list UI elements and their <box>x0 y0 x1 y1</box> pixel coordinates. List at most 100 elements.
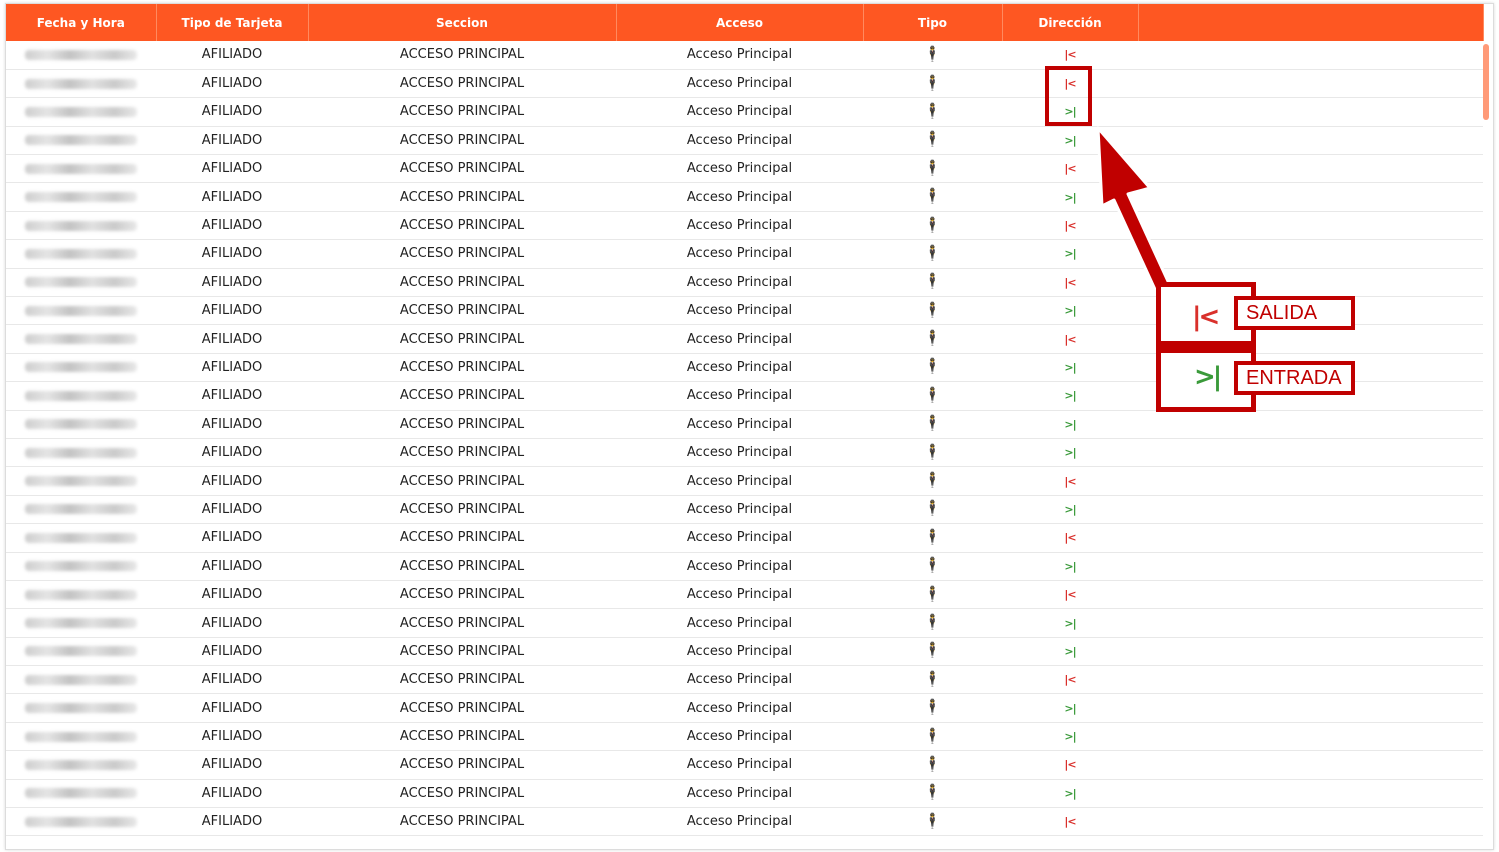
table-row[interactable]: AFILIADO ACCESO PRINCIPAL Acceso Principal… <box>6 807 1483 837</box>
redacted-datetime <box>25 788 137 799</box>
redacted-datetime <box>25 731 137 742</box>
table-row[interactable]: AFILIADO ACCESO PRINCIPAL Acceso Principal… <box>6 182 1483 212</box>
entry-direction-icon: >| <box>1064 786 1076 800</box>
table-row[interactable]: AFILIADO ACCESO PRINCIPAL Acceso Principal… <box>6 466 1483 496</box>
cell-fecha-hora <box>6 126 156 156</box>
table-row[interactable]: AFILIADO ACCESO PRINCIPAL Acceso Principal… <box>6 779 1483 809</box>
table-row[interactable]: AFILIADO ACCESO PRINCIPAL Acceso Principal… <box>6 154 1483 184</box>
person-standing-icon: 🕴 <box>923 442 942 461</box>
cell-acceso: Acceso Principal <box>616 211 863 241</box>
cell-fecha-hora <box>6 324 156 354</box>
person-standing-icon: 🕴 <box>923 44 942 63</box>
cell-empty <box>1138 807 1483 837</box>
table-row[interactable]: AFILIADO ACCESO PRINCIPAL Acceso Principal… <box>6 211 1483 241</box>
legend-label-salida: SALIDA <box>1234 296 1355 330</box>
cell-tipo: 🕴 <box>863 637 1002 667</box>
table-row[interactable]: AFILIADO ACCESO PRINCIPAL Acceso Principal… <box>6 239 1483 269</box>
person-standing-icon: 🕴 <box>923 329 942 348</box>
cell-tipo-tarjeta: AFILIADO <box>156 637 308 667</box>
cell-acceso: Acceso Principal <box>616 552 863 581</box>
entry-direction-icon: >| <box>1064 701 1076 715</box>
cell-seccion: ACCESO PRINCIPAL <box>308 41 616 70</box>
table-row[interactable]: AFILIADO ACCESO PRINCIPAL Acceso Principal… <box>6 637 1483 667</box>
scrollbar-thumb[interactable] <box>1483 44 1489 120</box>
column-header-acceso[interactable]: Acceso <box>616 4 864 41</box>
cell-tipo: 🕴 <box>863 466 1002 496</box>
cell-fecha-hora <box>6 438 156 468</box>
cell-direccion: |< <box>1002 211 1138 241</box>
cell-empty <box>1138 69 1483 99</box>
person-standing-icon: 🕴 <box>923 385 942 404</box>
table-row[interactable]: AFILIADO ACCESO PRINCIPAL Acceso Principal… <box>6 523 1483 553</box>
redacted-datetime <box>25 135 137 146</box>
cell-fecha-hora <box>6 750 156 780</box>
table-row[interactable]: AFILIADO ACCESO PRINCIPAL Acceso Principal… <box>6 126 1483 156</box>
cell-direccion: |< <box>1002 523 1138 553</box>
table-body: AFILIADO ACCESO PRINCIPAL Acceso Principal… <box>6 41 1483 837</box>
cell-seccion: ACCESO PRINCIPAL <box>308 722 616 752</box>
person-standing-icon: 🕴 <box>923 613 942 631</box>
table-row[interactable]: AFILIADO ACCESO PRINCIPAL Acceso Principal… <box>6 97 1483 127</box>
cell-tipo: 🕴 <box>863 154 1002 184</box>
redacted-datetime <box>25 362 137 373</box>
redacted-datetime <box>25 419 137 430</box>
cell-acceso: Acceso Principal <box>616 580 863 610</box>
cell-fecha-hora <box>6 353 156 383</box>
table-row[interactable]: AFILIADO ACCESO PRINCIPAL Acceso Principal… <box>6 552 1483 581</box>
person-standing-icon: 🕴 <box>923 641 942 660</box>
cell-tipo-tarjeta: AFILIADO <box>156 807 308 837</box>
table-row[interactable]: AFILIADO ACCESO PRINCIPAL Acceso Principal… <box>6 69 1483 99</box>
cell-tipo-tarjeta: AFILIADO <box>156 97 308 127</box>
cell-empty <box>1138 126 1483 156</box>
cell-direccion: >| <box>1002 552 1138 581</box>
redacted-datetime <box>25 674 137 685</box>
table-row[interactable]: AFILIADO ACCESO PRINCIPAL Acceso Principal… <box>6 608 1483 638</box>
table-row[interactable]: AFILIADO ACCESO PRINCIPAL Acceso Principal… <box>6 722 1483 752</box>
cell-seccion: ACCESO PRINCIPAL <box>308 381 616 411</box>
table-row[interactable]: AFILIADO ACCESO PRINCIPAL Acceso Principal… <box>6 750 1483 780</box>
column-header-seccion[interactable]: Seccion <box>308 4 617 41</box>
cell-direccion: |< <box>1002 154 1138 184</box>
column-header-direccion[interactable]: Dirección <box>1002 4 1139 41</box>
cell-empty <box>1138 552 1483 581</box>
cell-fecha-hora <box>6 154 156 184</box>
table-row[interactable]: AFILIADO ACCESO PRINCIPAL Acceso Principal… <box>6 495 1483 525</box>
entry-direction-icon: >| <box>1064 446 1076 460</box>
cell-tipo: 🕴 <box>863 126 1002 156</box>
exit-direction-icon: |< <box>1064 219 1076 233</box>
table-row[interactable]: AFILIADO ACCESO PRINCIPAL Acceso Principal… <box>6 665 1483 695</box>
entry-direction-icon: >| <box>1064 389 1076 403</box>
table-row[interactable]: AFILIADO ACCESO PRINCIPAL Acceso Principal… <box>6 580 1483 610</box>
cell-direccion: >| <box>1002 608 1138 638</box>
cell-tipo: 🕴 <box>863 211 1002 241</box>
column-header-tipo[interactable]: Tipo <box>863 4 1003 41</box>
cell-tipo: 🕴 <box>863 324 1002 354</box>
exit-direction-icon: |< <box>1064 275 1076 289</box>
cell-direccion: >| <box>1002 438 1138 468</box>
person-standing-icon: 🕴 <box>923 698 942 717</box>
cell-fecha-hora <box>6 268 156 298</box>
person-standing-icon: 🕴 <box>923 726 942 745</box>
cell-direccion: >| <box>1002 722 1138 752</box>
cell-empty <box>1138 410 1483 439</box>
person-standing-icon: 🕴 <box>923 556 942 575</box>
table-row[interactable]: AFILIADO ACCESO PRINCIPAL Acceso Principal… <box>6 693 1483 723</box>
column-header-tipo-tarjeta[interactable]: Tipo de Tarjeta <box>156 4 309 41</box>
cell-empty <box>1138 779 1483 809</box>
cell-tipo-tarjeta: AFILIADO <box>156 523 308 553</box>
cell-direccion: |< <box>1002 268 1138 298</box>
cell-fecha-hora <box>6 665 156 695</box>
table-row[interactable]: AFILIADO ACCESO PRINCIPAL Acceso Principal… <box>6 438 1483 468</box>
legend-label-entrada: ENTRADA <box>1234 361 1355 395</box>
access-log-panel: Fecha y Hora Tipo de Tarjeta Seccion Acc… <box>5 3 1494 850</box>
person-standing-icon: 🕴 <box>923 584 942 603</box>
table-row[interactable]: AFILIADO ACCESO PRINCIPAL Acceso Principal… <box>6 41 1483 70</box>
column-header-empty <box>1138 4 1484 41</box>
column-header-fecha[interactable]: Fecha y Hora <box>6 4 157 41</box>
table-row[interactable]: AFILIADO ACCESO PRINCIPAL Acceso Principal… <box>6 268 1483 298</box>
cell-fecha-hora <box>6 552 156 581</box>
cell-seccion: ACCESO PRINCIPAL <box>308 665 616 695</box>
entry-direction-icon: >| <box>1064 616 1076 630</box>
table-row[interactable]: AFILIADO ACCESO PRINCIPAL Acceso Principal… <box>6 410 1483 439</box>
cell-seccion: ACCESO PRINCIPAL <box>308 324 616 354</box>
